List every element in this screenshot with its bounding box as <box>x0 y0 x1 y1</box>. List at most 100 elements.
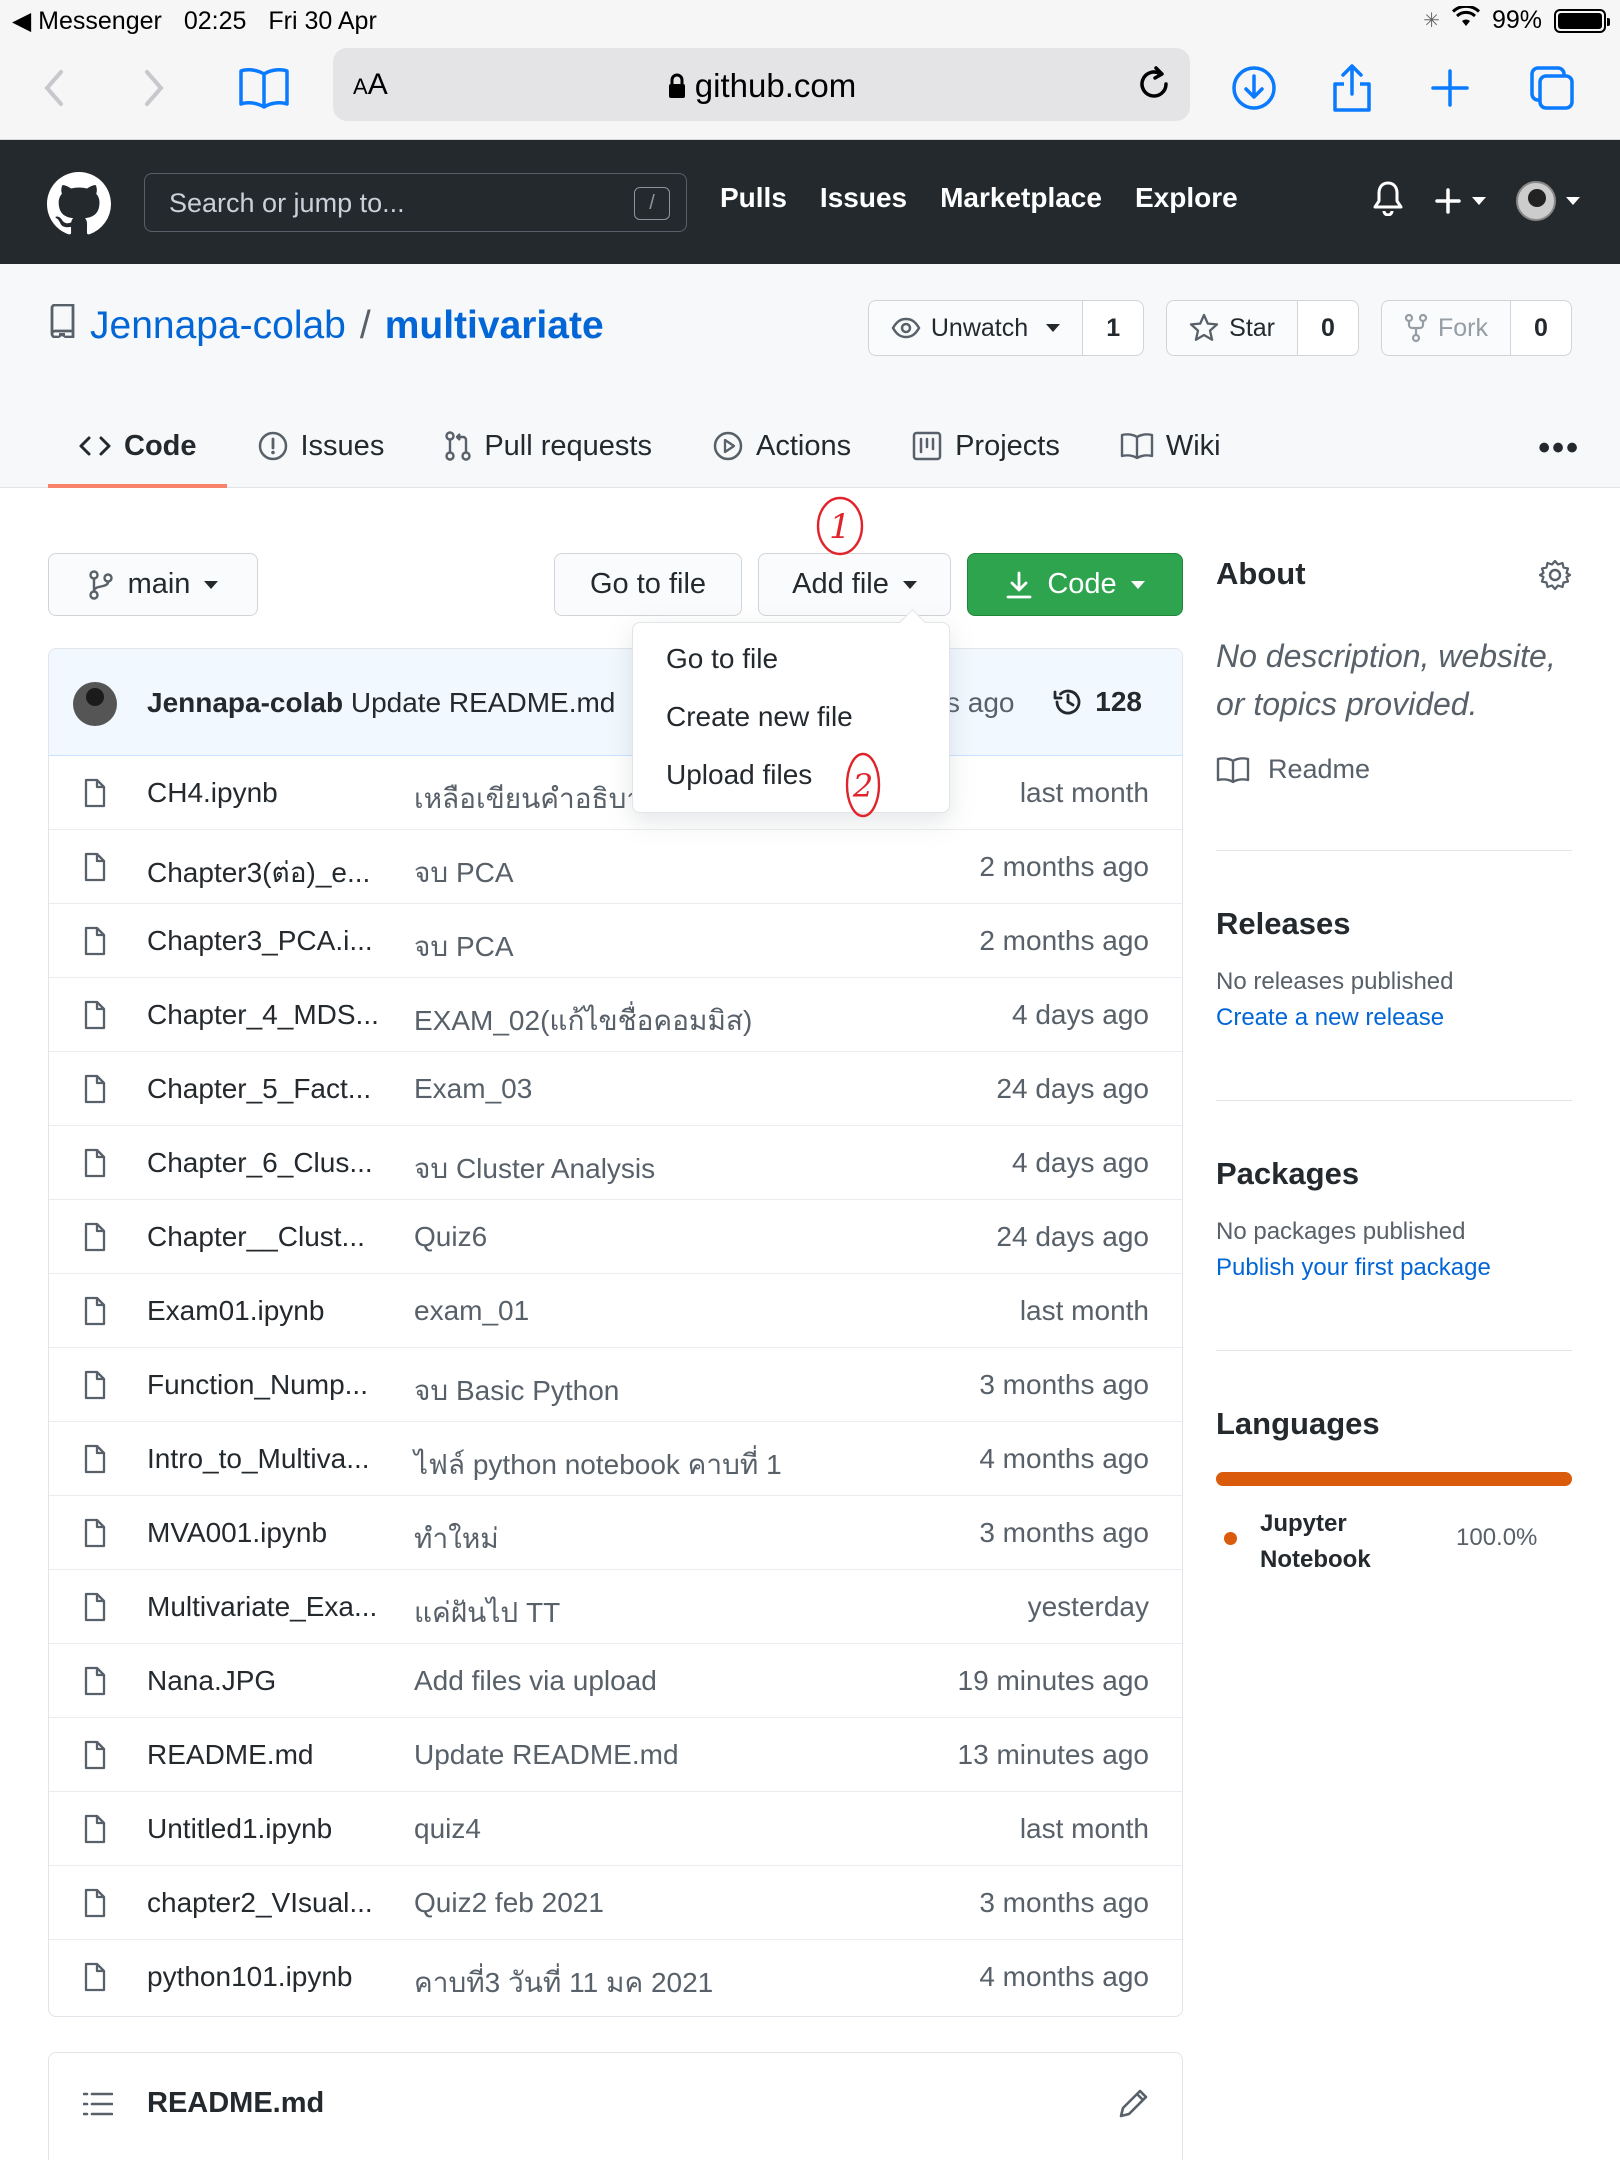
file-name-link[interactable]: chapter2_VIsual... <box>147 1887 373 1919</box>
tab-code[interactable]: Code <box>48 404 227 488</box>
file-commit-message[interactable]: Exam_03 <box>414 1073 532 1105</box>
file-name-link[interactable]: Chapter__Clust... <box>147 1221 365 1253</box>
file-commit-message[interactable]: Quiz2 feb 2021 <box>414 1887 604 1919</box>
search-input[interactable]: Search or jump to... / <box>144 173 687 232</box>
file-name-link[interactable]: Chapter_4_MDS... <box>147 999 379 1031</box>
share-icon[interactable] <box>1322 58 1382 118</box>
nav-pulls[interactable]: Pulls <box>720 182 787 214</box>
file-name-link[interactable]: python101.ipynb <box>147 1961 353 1993</box>
file-name-link[interactable]: Function_Nump... <box>147 1369 368 1401</box>
file-name-link[interactable]: README.md <box>147 1739 313 1771</box>
file-commit-message[interactable]: จบ PCA <box>414 925 514 969</box>
repo-name-link[interactable]: multivariate <box>385 304 604 348</box>
publish-package-link[interactable]: Publish your first package <box>1216 1254 1572 1282</box>
file-commit-time: 2 months ago <box>979 851 1149 882</box>
menu-item-upload-files[interactable]: Upload files <box>666 759 812 791</box>
star-button[interactable]: Star 0 <box>1166 300 1359 356</box>
back-to-app-link[interactable]: ◀ Messenger <box>12 6 162 36</box>
file-name-link[interactable]: CH4.ipynb <box>147 777 278 809</box>
fork-button[interactable]: Fork 0 <box>1381 300 1572 356</box>
repo-separator: / <box>359 304 371 347</box>
commit-message[interactable]: Update README.md <box>351 687 616 718</box>
stars-count[interactable]: 0 <box>1298 301 1358 355</box>
language-item[interactable]: Jupyter Notebook 100.0% <box>1216 1506 1572 1576</box>
file-icon <box>83 1296 107 1333</box>
gear-icon[interactable] <box>1538 558 1572 597</box>
branch-select-button[interactable]: main <box>48 553 258 616</box>
play-circle-icon <box>713 431 743 461</box>
create-new-dropdown[interactable] <box>1434 187 1486 215</box>
nav-issues[interactable]: Issues <box>820 182 907 214</box>
file-name-link[interactable]: Chapter3_PCA.i... <box>147 925 373 957</box>
file-commit-message[interactable]: ทำใหม่ <box>414 1517 499 1561</box>
tab-issues[interactable]: Issues <box>227 404 415 488</box>
file-name-link[interactable]: Exam01.ipynb <box>147 1295 324 1327</box>
forks-count[interactable]: 0 <box>1511 301 1571 355</box>
file-commit-message[interactable]: Update README.md <box>414 1739 679 1771</box>
github-logo-icon[interactable] <box>47 172 111 236</box>
commit-author-avatar[interactable] <box>73 682 117 726</box>
file-commit-message[interactable]: แค่ฝันไป TT <box>414 1591 560 1635</box>
readme-link[interactable]: Readme <box>1216 754 1572 785</box>
file-name-link[interactable]: Multivariate_Exa... <box>147 1591 377 1623</box>
go-to-file-button[interactable]: Go to file <box>554 553 742 616</box>
file-commit-message[interactable]: exam_01 <box>414 1295 529 1327</box>
reload-icon[interactable] <box>1134 64 1174 109</box>
commit-history-link[interactable]: 128 <box>1051 685 1142 719</box>
commit-author[interactable]: Jennapa-colab <box>147 687 343 718</box>
file-commit-message[interactable]: ไฟล์ python notebook คาบที่ 1 <box>414 1443 782 1487</box>
more-tabs-icon[interactable]: ••• <box>1538 429 1580 468</box>
menu-item-go-to-file[interactable]: Go to file <box>666 643 778 675</box>
file-name-link[interactable]: Intro_to_Multiva... <box>147 1443 370 1475</box>
file-commit-message[interactable]: Add files via upload <box>414 1665 657 1697</box>
code-download-button[interactable]: Code <box>967 553 1183 616</box>
nav-marketplace[interactable]: Marketplace <box>940 182 1102 214</box>
file-icon <box>83 1148 107 1185</box>
file-commit-message[interactable]: EXAM_02(แก้ไขชื่อคอมมิส) <box>414 999 752 1043</box>
branch-icon <box>88 569 113 600</box>
file-commit-message[interactable]: คาบที่3 วันที่ 11 มค 2021 <box>414 1961 713 2005</box>
file-name-link[interactable]: Untitled1.ipynb <box>147 1813 332 1845</box>
file-name-link[interactable]: Chapter_5_Fact... <box>147 1073 371 1105</box>
file-commit-message[interactable]: จบ Basic Python <box>414 1369 619 1413</box>
back-icon[interactable] <box>24 58 84 118</box>
file-name-link[interactable]: MVA001.ipynb <box>147 1517 327 1549</box>
nav-explore[interactable]: Explore <box>1135 182 1238 214</box>
tab-pull-requests[interactable]: Pull requests <box>414 404 682 488</box>
user-menu-dropdown[interactable] <box>1516 180 1580 221</box>
file-commit-message[interactable]: จบ PCA <box>414 851 514 895</box>
table-of-contents-icon[interactable] <box>82 2091 114 2122</box>
tab-wiki[interactable]: Wiki <box>1090 404 1251 488</box>
file-name-link[interactable]: Nana.JPG <box>147 1665 276 1697</box>
packages-title[interactable]: Packages <box>1216 1156 1572 1192</box>
file-commit-message[interactable]: quiz4 <box>414 1813 481 1845</box>
file-row: Multivariate_Exa... แค่ฝันไป TT yesterda… <box>49 1570 1182 1644</box>
notifications-bell-icon[interactable] <box>1372 180 1404 221</box>
address-bar[interactable]: AA github.com <box>333 48 1190 121</box>
file-name-link[interactable]: Chapter3(ต่อ)_e... <box>147 851 370 895</box>
bookmarks-icon[interactable] <box>234 58 294 118</box>
download-icon <box>1006 571 1032 598</box>
file-row: README.md Update README.md 13 minutes ag… <box>49 1718 1182 1792</box>
tab-projects[interactable]: Projects <box>881 404 1090 488</box>
tab-actions[interactable]: Actions <box>682 404 881 488</box>
edit-pencil-icon[interactable] <box>1118 2087 1150 2124</box>
new-tab-icon[interactable] <box>1420 58 1480 118</box>
header-nav: Pulls Issues Marketplace Explore <box>720 182 1238 214</box>
unwatch-button[interactable]: Unwatch 1 <box>867 300 1145 356</box>
watchers-count[interactable]: 1 <box>1083 301 1144 355</box>
file-commit-message[interactable]: Quiz6 <box>414 1221 487 1253</box>
file-row: Nana.JPG Add files via upload 19 minutes… <box>49 1644 1182 1718</box>
file-icon <box>83 778 107 815</box>
file-commit-time: 24 days ago <box>996 1221 1149 1252</box>
file-commit-message[interactable]: จบ Cluster Analysis <box>414 1147 655 1191</box>
tabs-overview-icon[interactable] <box>1522 58 1582 118</box>
releases-title[interactable]: Releases <box>1216 906 1572 942</box>
forward-icon[interactable] <box>124 58 184 118</box>
create-release-link[interactable]: Create a new release <box>1216 1004 1572 1032</box>
repo-owner-link[interactable]: Jennapa-colab <box>90 304 346 348</box>
file-name-link[interactable]: Chapter_6_Clus... <box>147 1147 373 1179</box>
menu-item-create-new-file[interactable]: Create new file <box>666 701 853 733</box>
file-commit-message[interactable]: เหลือเขียนคำอธิบา <box>414 777 642 821</box>
downloads-icon[interactable] <box>1224 58 1284 118</box>
